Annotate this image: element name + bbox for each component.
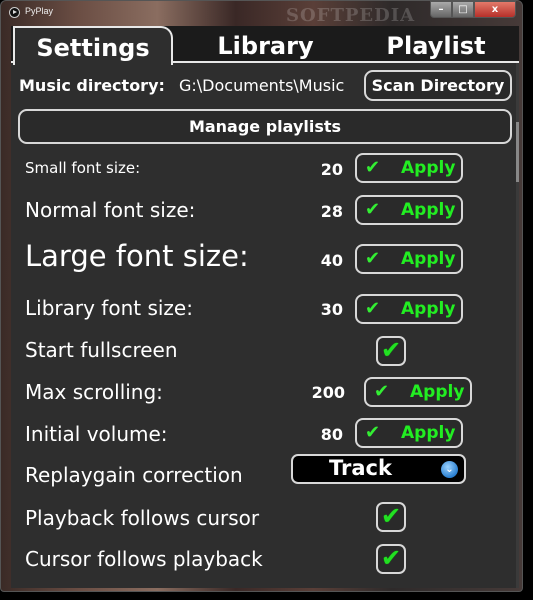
- small-font-size-value: 20: [320, 160, 343, 179]
- normal-font-size-label: Normal font size:: [25, 198, 196, 222]
- check-icon: ✔: [381, 544, 402, 572]
- library-font-size-value: 30: [320, 300, 343, 319]
- initial-volume-label: Initial volume:: [25, 422, 168, 446]
- library-font-size-label: Library font size:: [25, 296, 193, 320]
- library-font-size-apply-button[interactable]: ✔ Apply: [355, 294, 463, 324]
- large-font-size-label: Large font size:: [25, 239, 249, 273]
- cursor-follows-playback-checkbox[interactable]: ✔: [376, 544, 406, 574]
- close-button[interactable]: x: [474, 1, 516, 18]
- normal-font-size-apply-button[interactable]: ✔ Apply: [355, 195, 463, 225]
- apply-label: Apply: [401, 423, 456, 443]
- small-font-size-label: Small font size:: [25, 159, 141, 177]
- max-scrolling-apply-button[interactable]: ✔ Apply: [364, 377, 472, 407]
- chevron-down-icon: ⌄: [441, 461, 458, 478]
- app-play-icon: [9, 7, 20, 18]
- replaygain-select[interactable]: Track ⌄: [291, 454, 466, 484]
- tab-library[interactable]: Library: [183, 26, 348, 63]
- check-icon: ✔: [365, 298, 381, 319]
- replaygain-correction-label: Replaygain correction: [25, 463, 243, 487]
- replaygain-selected-value: Track: [329, 456, 392, 480]
- manage-playlists-button[interactable]: Manage playlists: [18, 109, 512, 144]
- apply-label: Apply: [401, 299, 456, 319]
- check-icon: ✔: [374, 381, 390, 402]
- normal-font-size-value: 28: [320, 202, 343, 221]
- app-window: PyPlay SOFTPEDIA – □ x Settings Library …: [0, 0, 523, 592]
- window-title: PyPlay: [25, 6, 54, 16]
- scan-directory-button[interactable]: Scan Directory: [364, 70, 512, 101]
- apply-label: Apply: [401, 200, 456, 220]
- start-fullscreen-checkbox[interactable]: ✔: [376, 336, 406, 366]
- music-directory-value: G:\Documents\Music: [179, 76, 345, 95]
- music-directory-label: Music directory:: [19, 76, 165, 95]
- large-font-size-value: 40: [320, 251, 343, 270]
- large-font-size-apply-button[interactable]: ✔ Apply: [355, 244, 463, 274]
- tab-playlist[interactable]: Playlist: [356, 26, 516, 63]
- tab-bar: Settings Library Playlist: [11, 26, 519, 65]
- title-bar: PyPlay SOFTPEDIA – □ x: [1, 1, 522, 26]
- cursor-follows-playback-label: Cursor follows playback: [25, 547, 263, 571]
- apply-label: Apply: [401, 249, 456, 269]
- check-icon: ✔: [365, 422, 381, 443]
- scrollbar-thumb[interactable]: [516, 122, 519, 182]
- check-icon: ✔: [365, 199, 381, 220]
- max-scrolling-label: Max scrolling:: [25, 380, 163, 404]
- start-fullscreen-label: Start fullscreen: [25, 338, 178, 362]
- playback-follows-cursor-label: Playback follows cursor: [25, 506, 260, 530]
- check-icon: ✔: [381, 336, 402, 364]
- max-scrolling-value: 200: [311, 383, 345, 402]
- initial-volume-apply-button[interactable]: ✔ Apply: [355, 418, 463, 448]
- settings-panel: Settings Library Playlist Music director…: [11, 26, 519, 588]
- window-controls: – □ x: [430, 1, 516, 19]
- minimize-button[interactable]: –: [430, 1, 452, 18]
- playback-follows-cursor-checkbox[interactable]: ✔: [376, 502, 406, 532]
- check-icon: ✔: [365, 248, 381, 269]
- check-icon: ✔: [381, 502, 402, 530]
- small-font-size-apply-button[interactable]: ✔ Apply: [355, 153, 463, 183]
- watermark: SOFTPEDIA: [286, 5, 416, 26]
- maximize-button[interactable]: □: [452, 1, 474, 18]
- initial-volume-value: 80: [320, 425, 343, 444]
- apply-label: Apply: [401, 158, 456, 178]
- apply-label: Apply: [410, 382, 465, 402]
- tab-settings[interactable]: Settings: [13, 26, 173, 65]
- check-icon: ✔: [365, 157, 381, 178]
